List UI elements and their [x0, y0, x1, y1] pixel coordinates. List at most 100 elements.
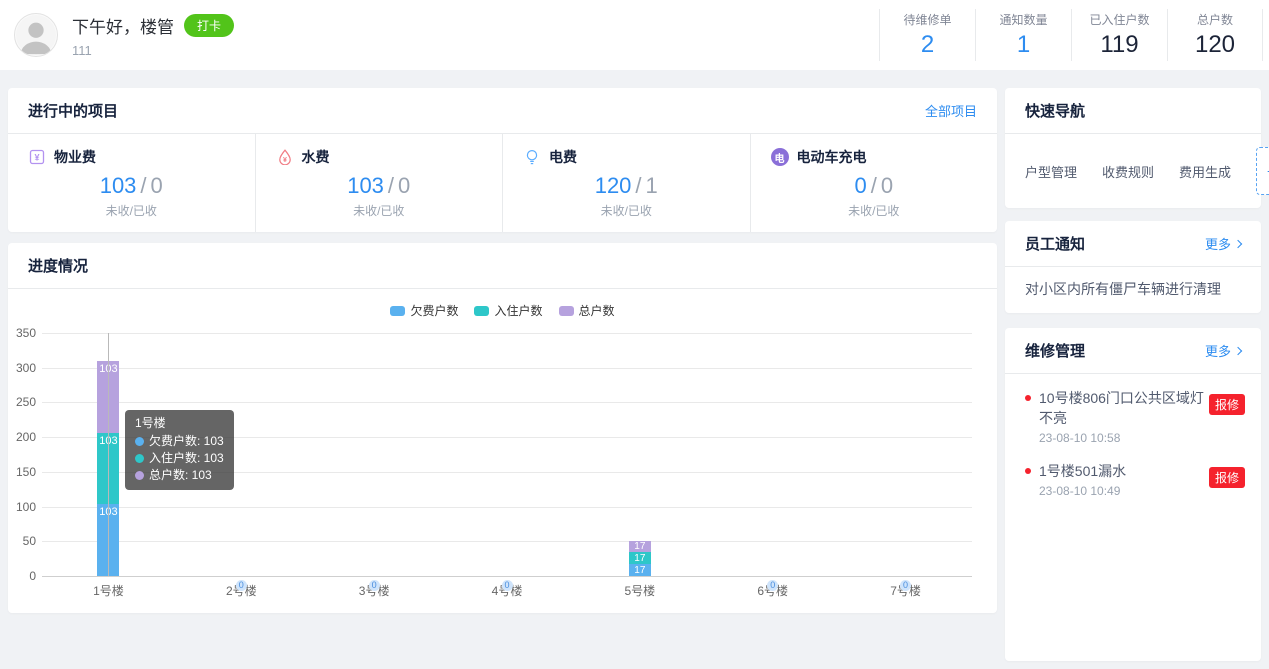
- red-dot-icon: [1025, 468, 1031, 474]
- tooltip-row-text: 入住户数: 103: [149, 450, 224, 467]
- progress-panel: 进度情况 欠费户数入住户数总户数 1号楼 欠费户数: 103入住户数: 103总…: [8, 243, 997, 613]
- repair-time: 23-08-10 10:58: [1039, 431, 1209, 445]
- project-card-property-fee[interactable]: ¥ 物业费 103/0 未收/已收: [8, 134, 255, 232]
- header-stats: 待维修单 2 通知数量 1 已入住户数 119 总户数 120: [879, 9, 1263, 61]
- stat-total-households: 总户数 120: [1167, 9, 1263, 61]
- legend-item[interactable]: 总户数: [559, 302, 615, 319]
- checkin-button[interactable]: 打卡: [184, 14, 234, 37]
- legend-label: 总户数: [579, 302, 615, 319]
- series-dot-icon: [135, 471, 144, 480]
- count-separator: /: [635, 173, 641, 198]
- bar-segment[interactable]: 17: [629, 541, 651, 553]
- stat-value: 120: [1168, 31, 1262, 59]
- y-tick-label: 350: [8, 326, 36, 340]
- unpaid-count: 103: [347, 173, 384, 198]
- chart-legend: 欠费户数 入住户数 总户数: [8, 289, 997, 321]
- stat-pending-repairs[interactable]: 待维修单 2: [879, 9, 975, 61]
- property-fee-icon: ¥: [28, 148, 46, 166]
- progress-chart[interactable]: 1号楼 欠费户数: 103入住户数: 103总户数: 103 0 50 100 150…: [8, 325, 997, 617]
- y-tick-label: 0: [8, 569, 36, 583]
- maintenance-title: 维修管理: [1025, 340, 1085, 361]
- quick-nav-title: 快速导航: [1025, 100, 1085, 121]
- stat-value: 1: [976, 31, 1071, 59]
- legend-item[interactable]: 入住户数: [474, 302, 542, 319]
- unpaid-count: 120: [595, 173, 632, 198]
- more-label: 更多: [1205, 234, 1231, 253]
- repair-status-badge: 报修: [1209, 467, 1245, 488]
- project-card-water-fee[interactable]: ¥ 水费 103/0 未收/已收: [255, 134, 503, 232]
- x-axis-line: [42, 576, 972, 577]
- y-tick-label: 200: [8, 430, 36, 444]
- tooltip-row: 入住户数: 103: [135, 450, 224, 467]
- repair-list-item[interactable]: 10号楼806门口公共区域灯不亮 23-08-10 10:58 报修: [1025, 388, 1245, 445]
- maintenance-more-link[interactable]: 更多: [1205, 341, 1241, 360]
- more-label: 更多: [1205, 341, 1231, 360]
- legend-label: 欠费户数: [410, 302, 458, 319]
- bar-value-label: 17: [629, 565, 651, 576]
- legend-swatch-icon: [474, 306, 489, 316]
- paid-count: 0: [881, 173, 893, 198]
- bar-value-label: 17: [629, 541, 651, 552]
- greeting-text: 下午好，楼管: [72, 13, 174, 38]
- gridline: [42, 541, 972, 542]
- y-tick-label: 100: [8, 500, 36, 514]
- legend-swatch-icon: [390, 306, 405, 316]
- maintenance-panel: 维修管理 更多 10号楼806门口公共区域灯不亮 23-08-10 10:58 …: [1005, 328, 1261, 661]
- chevron-right-icon: [1234, 239, 1242, 247]
- stat-label: 总户数: [1168, 11, 1262, 28]
- unpaid-count: 103: [100, 173, 137, 198]
- project-card-ev-charging[interactable]: 电 电动车充电 0/0 未收/已收: [750, 134, 998, 232]
- legend-item[interactable]: 欠费户数: [390, 302, 458, 319]
- ongoing-projects-panel: 进行中的项目 全部项目 ¥ 物业费 103/0 未收/已收: [8, 88, 997, 232]
- tooltip-row: 欠费户数: 103: [135, 433, 224, 450]
- bar-segment[interactable]: 17: [629, 564, 651, 576]
- nav-item-housetype-management[interactable]: 户型管理: [1025, 162, 1077, 181]
- nav-item-fee-generation[interactable]: 费用生成: [1179, 162, 1231, 181]
- y-tick-label: 150: [8, 465, 36, 479]
- svg-text:¥: ¥: [34, 153, 39, 163]
- chart-tooltip: 1号楼 欠费户数: 103入住户数: 103总户数: 103: [125, 410, 234, 490]
- ev-charging-icon: 电: [771, 148, 789, 166]
- stat-label: 已入住户数: [1072, 11, 1167, 28]
- y-tick-label: 300: [8, 361, 36, 375]
- bar-segment[interactable]: 17: [629, 552, 651, 564]
- stat-label: 待维修单: [880, 11, 975, 28]
- repair-list-item[interactable]: 1号楼501漏水 23-08-10 10:49 报修: [1025, 461, 1245, 498]
- chevron-right-icon: [1234, 346, 1242, 354]
- zero-value-label: 0: [900, 580, 911, 591]
- stat-occupied-households: 已入住户数 119: [1071, 9, 1167, 61]
- card-caption: 未收/已收: [276, 202, 503, 219]
- tooltip-title: 1号楼: [135, 415, 224, 432]
- y-tick-label: 250: [8, 395, 36, 409]
- count-separator: /: [871, 173, 877, 198]
- card-caption: 未收/已收: [28, 202, 255, 219]
- user-silhouette-icon: [15, 14, 57, 56]
- y-tick-label: 50: [8, 534, 36, 548]
- tooltip-row-text: 欠费户数: 103: [149, 433, 224, 450]
- nav-item-charging-rules[interactable]: 收费规则: [1102, 162, 1154, 181]
- series-dot-icon: [135, 437, 144, 446]
- project-name: 水费: [302, 147, 330, 167]
- card-caption: 未收/已收: [771, 202, 998, 219]
- gridline: [42, 333, 972, 334]
- project-name: 物业费: [54, 147, 96, 167]
- gridline: [42, 507, 972, 508]
- staff-notice-more-link[interactable]: 更多: [1205, 234, 1241, 253]
- water-fee-icon: ¥: [276, 148, 294, 166]
- all-projects-link[interactable]: 全部项目: [925, 101, 977, 120]
- project-card-electricity-fee[interactable]: 电费 120/1 未收/已收: [502, 134, 750, 232]
- legend-label: 入住户数: [494, 302, 542, 319]
- project-name: 电费: [549, 147, 577, 167]
- staff-notice-content[interactable]: 对小区内所有僵尸车辆进行清理: [1005, 267, 1261, 313]
- paid-count: 0: [151, 173, 163, 198]
- gridline: [42, 368, 972, 369]
- paid-count: 1: [646, 173, 658, 198]
- avatar[interactable]: [14, 13, 58, 57]
- bar-value-label: 17: [629, 553, 651, 564]
- x-tick-label: 1号楼: [78, 582, 138, 599]
- zero-value-label: 0: [236, 580, 247, 591]
- top-header: 下午好，楼管 打卡 111 待维修单 2 通知数量 1 已入住户数 119 总户…: [0, 0, 1269, 70]
- add-button[interactable]: + 添加: [1256, 147, 1269, 195]
- x-tick-label: 5号楼: [610, 582, 670, 599]
- stat-notice-count[interactable]: 通知数量 1: [975, 9, 1071, 61]
